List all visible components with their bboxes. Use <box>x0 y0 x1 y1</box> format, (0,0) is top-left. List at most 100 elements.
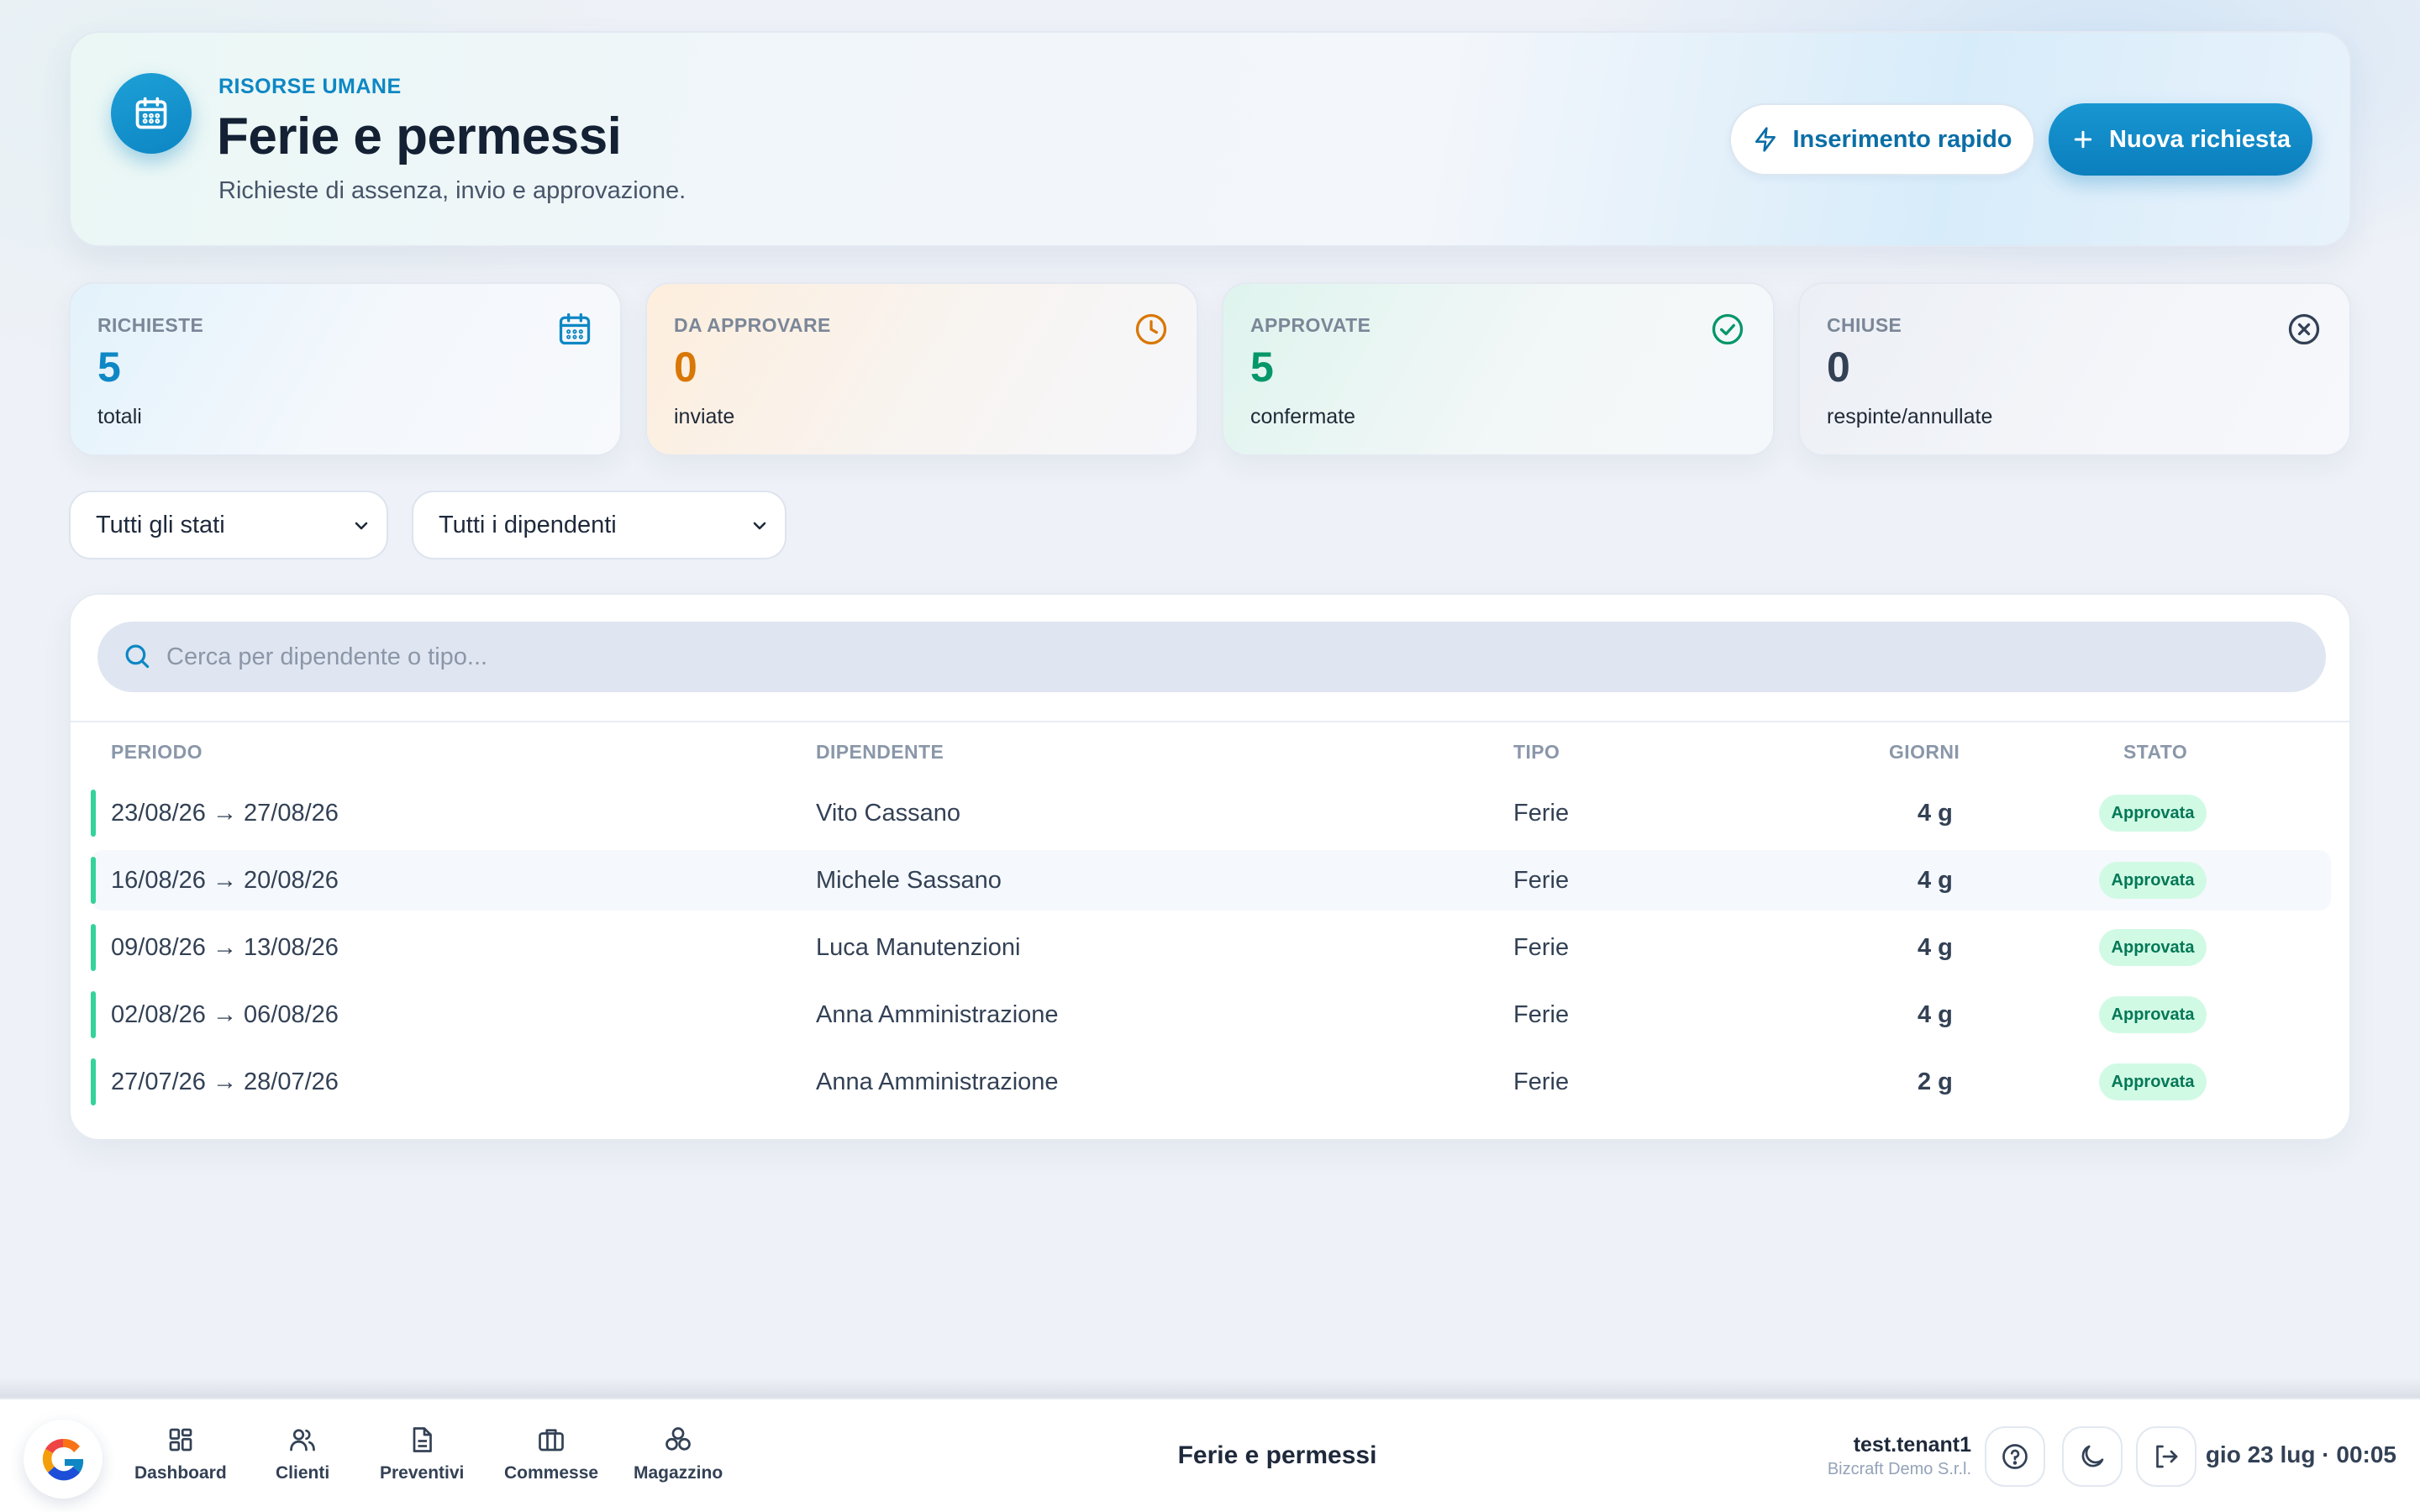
cell-days: 4 g <box>1918 934 1953 961</box>
logo-icon <box>42 1438 84 1481</box>
nav-warehouse[interactable]: Magazzino <box>634 1425 723 1492</box>
lightning-icon <box>1755 127 1776 152</box>
cell-type: Ferie <box>1513 1001 1570 1028</box>
status-indicator <box>91 991 96 1038</box>
employee-filter-value: Tutti i dipendenti <box>439 511 617 538</box>
cell-type: Ferie <box>1513 1068 1570 1095</box>
table-row[interactable]: 16/08/26 → 20/08/26 Michele Sassano Feri… <box>91 850 2331 911</box>
column-header-employee[interactable]: DIPENDENTE <box>816 741 944 764</box>
stat-label: APPROVATE <box>1250 314 1371 336</box>
chevron-down-icon <box>355 522 368 530</box>
stat-label: DA APPROVARE <box>674 314 831 336</box>
stat-value: 5 <box>97 344 121 391</box>
status-badge: Approvata <box>2099 929 2207 966</box>
table-row[interactable]: 27/07/26 → 28/07/26 Anna Amministrazione… <box>91 1052 2331 1112</box>
plus-icon <box>2074 130 2092 149</box>
stat-value: 0 <box>674 344 697 391</box>
status-indicator <box>91 1058 96 1105</box>
cell-period: 23/08/26 → 27/08/26 <box>111 800 339 827</box>
cell-employee: Luca Manutenzioni <box>816 934 1021 961</box>
calendar-icon <box>559 312 591 345</box>
nav-label: Preventivi <box>380 1463 465 1483</box>
grid-icon <box>169 1428 192 1452</box>
stat-caption: inviate <box>674 405 735 428</box>
bottom-bar-shadow <box>0 1378 2420 1398</box>
current-page-title: Ferie e permessi <box>1177 1441 1377 1469</box>
nav-label: Clienti <box>276 1463 330 1483</box>
user-name: test.tenant1 <box>1853 1433 1971 1457</box>
cell-days: 2 g <box>1918 1068 1953 1095</box>
cell-type: Ferie <box>1513 800 1570 827</box>
nav-clients[interactable]: Clienti <box>276 1425 329 1492</box>
help-button[interactable] <box>1985 1426 2045 1487</box>
quick-entry-label: Inserimento rapido <box>1792 125 2012 153</box>
nav-label: Dashboard <box>134 1463 227 1483</box>
status-badge: Approvata <box>2099 795 2207 832</box>
page-title: Ferie e permessi <box>217 108 622 165</box>
column-header-type[interactable]: TIPO <box>1513 741 1560 764</box>
cell-period: 02/08/26 → 06/08/26 <box>111 1001 339 1028</box>
cell-period: 27/07/26 → 28/07/26 <box>111 1068 339 1095</box>
page-subtitle: Richieste di assenza, invio e approvazio… <box>218 177 687 204</box>
cell-employee: Anna Amministrazione <box>816 1068 1059 1095</box>
stat-value: 5 <box>1250 344 1274 391</box>
app-logo[interactable] <box>24 1420 103 1499</box>
cell-type: Ferie <box>1513 934 1570 961</box>
help-icon <box>2002 1444 2028 1469</box>
page-header: RISORSE UMANE Ferie e permessi Richieste… <box>69 31 2351 247</box>
datetime-display: gio 23 lug · 00:05 <box>2205 1441 2396 1467</box>
cell-employee: Anna Amministrazione <box>816 1001 1059 1028</box>
status-indicator <box>91 790 96 837</box>
status-badge: Approvata <box>2099 1063 2207 1100</box>
user-organization: Bizcraft Demo S.r.l. <box>1827 1460 1971 1478</box>
cell-employee: Vito Cassano <box>816 800 960 827</box>
section-eyebrow: RISORSE UMANE <box>218 75 402 98</box>
nav-dashboard[interactable]: Dashboard <box>134 1425 227 1492</box>
search-placeholder: Cerca per dipendente o tipo... <box>166 643 488 670</box>
status-indicator <box>91 924 96 971</box>
table-row[interactable]: 09/08/26 → 13/08/26 Luca Manutenzioni Fe… <box>91 917 2331 978</box>
table-row[interactable]: 23/08/26 → 27/08/26 Vito Cassano Ferie 4… <box>91 783 2331 843</box>
stat-card-approved: APPROVATE 5 confermate <box>1222 282 1775 456</box>
status-filter-value: Tutti gli stati <box>96 511 225 538</box>
table-row[interactable]: 02/08/26 → 06/08/26 Anna Amministrazione… <box>91 984 2331 1045</box>
new-request-button[interactable]: Nuova richiesta <box>2049 103 2312 176</box>
cell-period: 09/08/26 → 13/08/26 <box>111 934 339 961</box>
column-header-period[interactable]: PERIODO <box>111 741 203 764</box>
column-header-days[interactable]: GIORNI <box>1889 741 1960 764</box>
quick-entry-button[interactable]: Inserimento rapido <box>1729 103 2035 176</box>
cell-days: 4 g <box>1918 800 1953 827</box>
stat-value: 0 <box>1827 344 1850 391</box>
status-filter-select[interactable]: Tutti gli stati <box>69 491 388 559</box>
search-icon <box>125 644 150 669</box>
stat-caption: totali <box>97 405 142 428</box>
divider <box>71 721 2349 722</box>
status-indicator <box>91 857 96 904</box>
moon-icon <box>2081 1445 2104 1467</box>
clock-icon <box>1135 313 1167 345</box>
search-input[interactable]: Cerca per dipendente o tipo... <box>97 622 2326 692</box>
requests-table-card: Cerca per dipendente o tipo... PERIODO D… <box>69 593 2351 1141</box>
chevron-down-icon <box>753 522 766 530</box>
stat-caption: respinte/annullate <box>1827 405 1993 428</box>
nav-orders[interactable]: Commesse <box>504 1425 598 1492</box>
bottom-navigation-bar: Dashboard Clienti Preventivi Commesse Ma… <box>0 1398 2420 1512</box>
stat-card-requests: RICHIESTE 5 totali <box>69 282 622 456</box>
nav-quotes[interactable]: Preventivi <box>380 1425 464 1492</box>
nav-label: Magazzino <box>634 1463 723 1483</box>
check-circle-icon <box>1712 313 1744 345</box>
cell-employee: Michele Sassano <box>816 867 1002 894</box>
briefcase-icon <box>539 1429 564 1452</box>
cell-period: 16/08/26 → 20/08/26 <box>111 867 339 894</box>
boxes-icon <box>666 1427 691 1451</box>
cell-type: Ferie <box>1513 867 1570 894</box>
theme-toggle-button[interactable] <box>2062 1426 2123 1487</box>
employee-filter-select[interactable]: Tutti i dipendenti <box>412 491 786 559</box>
calendar-icon <box>111 73 192 154</box>
document-icon <box>413 1427 433 1452</box>
new-request-label: Nuova richiesta <box>2109 125 2291 153</box>
stat-card-closed: CHIUSE 0 respinte/annullate <box>1798 282 2351 456</box>
logout-button[interactable] <box>2136 1426 2196 1487</box>
column-header-status[interactable]: STATO <box>2123 741 2187 764</box>
stat-label: RICHIESTE <box>97 314 204 336</box>
